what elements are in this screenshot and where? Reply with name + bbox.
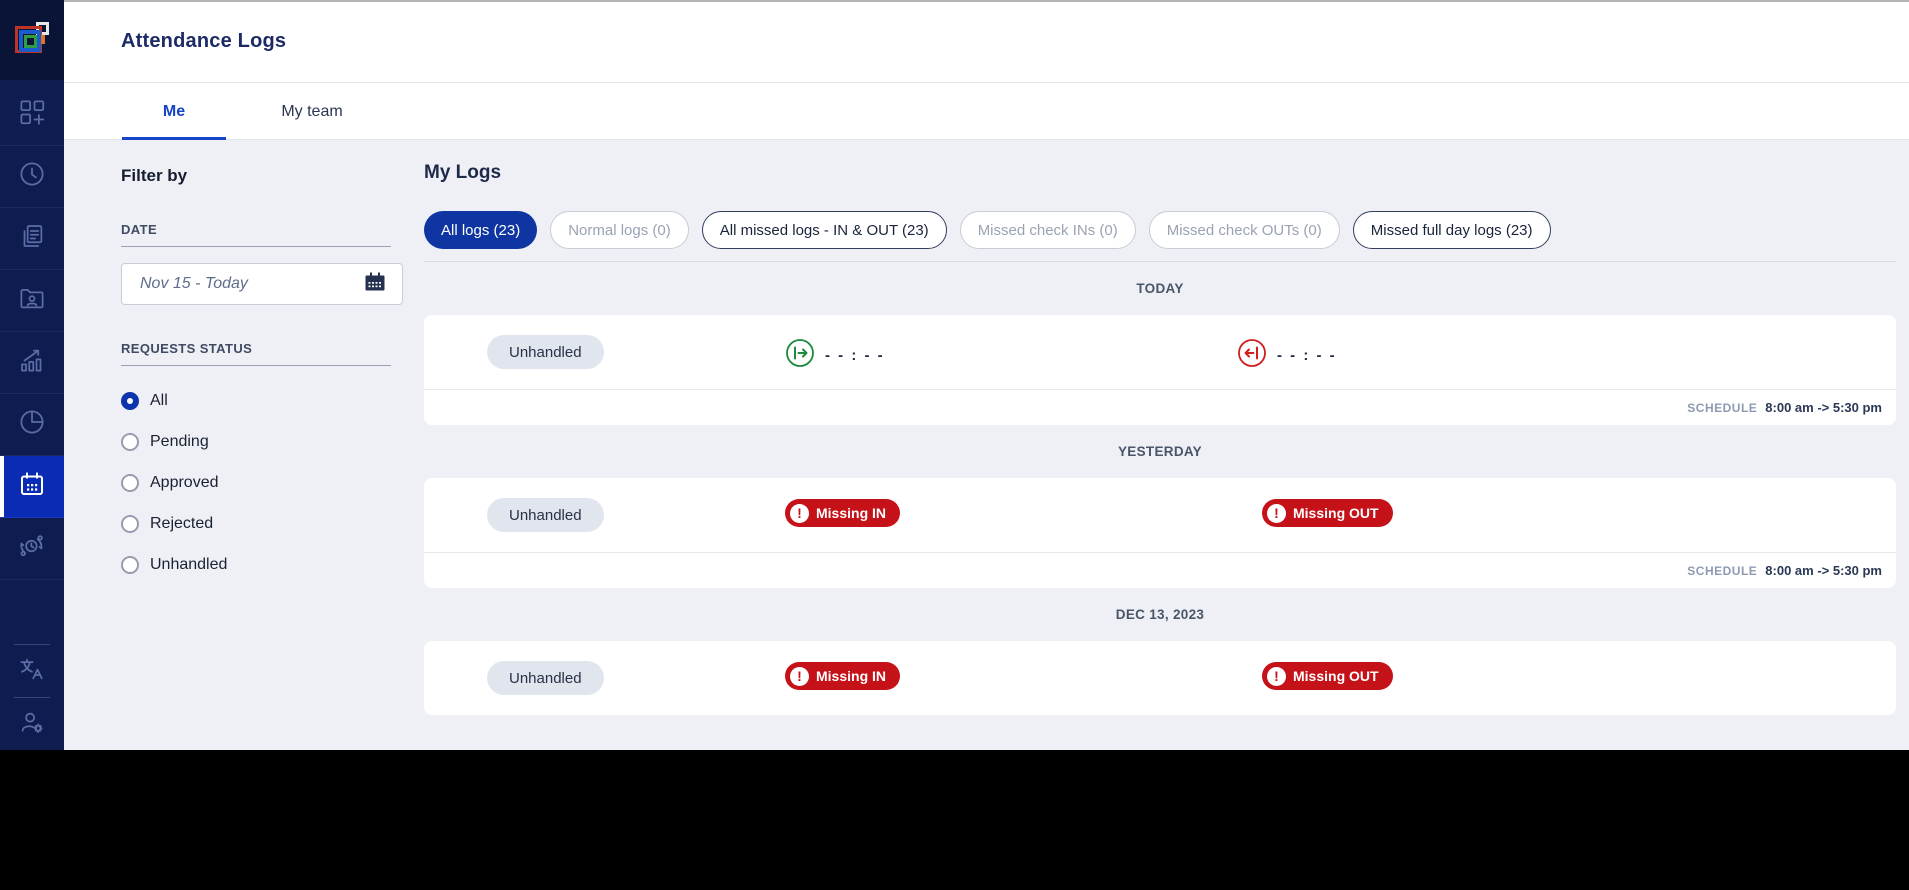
missing-in-badge: ! Missing IN — [785, 499, 901, 527]
sidebar-item-people-sync[interactable] — [0, 518, 64, 580]
filter-panel: Filter by DATE Nov 15 - Today REQUESTS S… — [121, 166, 413, 585]
schedule-strip: SCHEDULE 8:00 am -> 5:30 pm — [424, 389, 1896, 425]
chip-all-logs[interactable]: All logs (23) — [424, 211, 538, 249]
chip-missed-check-ins[interactable]: Missed check INs (0) — [959, 211, 1136, 249]
section-date-dec13: DEC 13, 2023 — [1115, 607, 1205, 622]
chip-missed-check-outs[interactable]: Missed check OUTs (0) — [1148, 211, 1340, 249]
chart-growth-icon — [17, 345, 47, 380]
radio-button[interactable] — [121, 514, 139, 533]
section-title: My Logs — [424, 162, 502, 183]
app-logo[interactable] — [0, 0, 64, 80]
sidebar-item-employees[interactable] — [0, 270, 64, 332]
alert-icon: ! — [1267, 666, 1286, 686]
tab-my-team[interactable]: My team — [226, 84, 398, 140]
sidebar-nav — [0, 84, 64, 580]
status-badge: Unhandled — [487, 498, 604, 532]
page-title: Attendance Logs — [121, 29, 287, 52]
chip-normal-logs[interactable]: Normal logs (0) — [550, 211, 689, 249]
tab-me[interactable]: Me — [122, 84, 226, 140]
translate-icon — [17, 654, 47, 689]
log-row[interactable]: Unhandled - - : - - - - : - - — [424, 315, 1896, 389]
section-date-yesterday: YESTERDAY — [1118, 444, 1202, 459]
sidebar-item-performance[interactable] — [0, 332, 64, 394]
sidebar-item-dashboard[interactable] — [0, 84, 64, 146]
radio-pending[interactable]: Pending — [121, 421, 413, 462]
sidebar-item-user-settings[interactable] — [0, 698, 64, 750]
divider — [121, 365, 391, 366]
radio-all[interactable]: All — [121, 380, 413, 421]
calendar-picker-icon[interactable] — [363, 270, 387, 299]
missing-out-badge: ! Missing OUT — [1262, 499, 1393, 527]
missing-out-badge: ! Missing OUT — [1262, 662, 1393, 690]
tab-bar: Me My team — [64, 84, 1909, 140]
schedule-label: SCHEDULE — [1687, 563, 1758, 578]
sidebar — [0, 0, 64, 750]
radio-button-selected[interactable] — [121, 391, 139, 410]
clock-icon — [17, 159, 47, 194]
radio-unhandled[interactable]: Unhandled — [121, 544, 413, 585]
keka-logo-icon — [14, 22, 50, 58]
sidebar-item-reports[interactable] — [0, 394, 64, 456]
alert-icon: ! — [790, 666, 809, 686]
log-card-today: Unhandled - - : - - - - : - - SCHEDULE 8… — [424, 315, 1896, 425]
sidebar-item-documents[interactable] — [0, 208, 64, 270]
alert-icon: ! — [790, 503, 809, 523]
check-out-icon — [1236, 337, 1268, 374]
my-logs-section: My Logs All logs (23) Normal logs (0) Al… — [424, 140, 1896, 715]
check-out-time: - - : - - — [1277, 347, 1337, 364]
people-sync-icon — [17, 531, 47, 566]
log-card-dec13: Unhandled ! Missing IN ! Missing OUT — [424, 641, 1896, 715]
alert-icon: ! — [1267, 503, 1286, 523]
app-window: Attendance Logs Me My team Filter by DAT… — [0, 0, 1909, 750]
requests-status-options: All Pending Approved Rejected Unhandled — [121, 380, 413, 585]
letterbox-bottom — [0, 750, 1909, 890]
person-gear-icon — [17, 707, 47, 742]
requests-status-label: REQUESTS STATUS — [121, 341, 253, 356]
calendar-icon — [17, 469, 47, 504]
content-area: Filter by DATE Nov 15 - Today REQUESTS S… — [64, 140, 1909, 750]
radio-approved[interactable]: Approved — [121, 462, 413, 503]
folder-person-icon — [17, 283, 47, 318]
missing-in-badge: ! Missing IN — [785, 662, 901, 690]
schedule-value: 8:00 am -> 5:30 pm — [1765, 563, 1882, 578]
log-row[interactable]: Unhandled ! Missing IN ! Missing OUT — [424, 478, 1896, 552]
page-header: Attendance Logs — [64, 0, 1909, 83]
date-range-value: Nov 15 - Today — [140, 275, 248, 292]
sidebar-item-attendance[interactable] — [0, 456, 64, 518]
log-row[interactable]: Unhandled ! Missing IN ! Missing OUT — [424, 641, 1896, 715]
radio-rejected[interactable]: Rejected — [121, 503, 413, 544]
sidebar-bottom — [0, 644, 64, 750]
documents-icon — [17, 221, 47, 256]
date-filter-label: DATE — [121, 222, 158, 237]
radio-button[interactable] — [121, 432, 139, 451]
check-in-time: - - : - - — [825, 347, 885, 364]
chip-all-missed-logs[interactable]: All missed logs - IN & OUT (23) — [701, 211, 947, 249]
sidebar-item-language[interactable] — [0, 645, 64, 697]
status-badge: Unhandled — [487, 335, 604, 369]
section-date-today: TODAY — [1136, 281, 1184, 296]
log-filter-chips: All logs (23) Normal logs (0) All missed… — [424, 211, 1896, 249]
dashboard-grid-icon — [17, 97, 47, 132]
sidebar-item-time[interactable] — [0, 146, 64, 208]
schedule-value: 8:00 am -> 5:30 pm — [1765, 400, 1882, 415]
divider — [121, 246, 391, 247]
radio-button[interactable] — [121, 555, 139, 574]
filter-title: Filter by — [121, 166, 188, 185]
pie-chart-icon — [17, 407, 47, 442]
status-badge: Unhandled — [487, 661, 604, 695]
radio-button[interactable] — [121, 473, 139, 492]
window-top-edge — [64, 0, 1909, 2]
date-range-input[interactable]: Nov 15 - Today — [121, 263, 403, 305]
check-in-icon — [784, 337, 816, 374]
schedule-strip: SCHEDULE 8:00 am -> 5:30 pm — [424, 552, 1896, 588]
schedule-label: SCHEDULE — [1687, 400, 1758, 415]
chip-missed-full-day-logs[interactable]: Missed full day logs (23) — [1352, 211, 1551, 249]
log-card-yesterday: Unhandled ! Missing IN ! Missing OUT SCH… — [424, 478, 1896, 588]
